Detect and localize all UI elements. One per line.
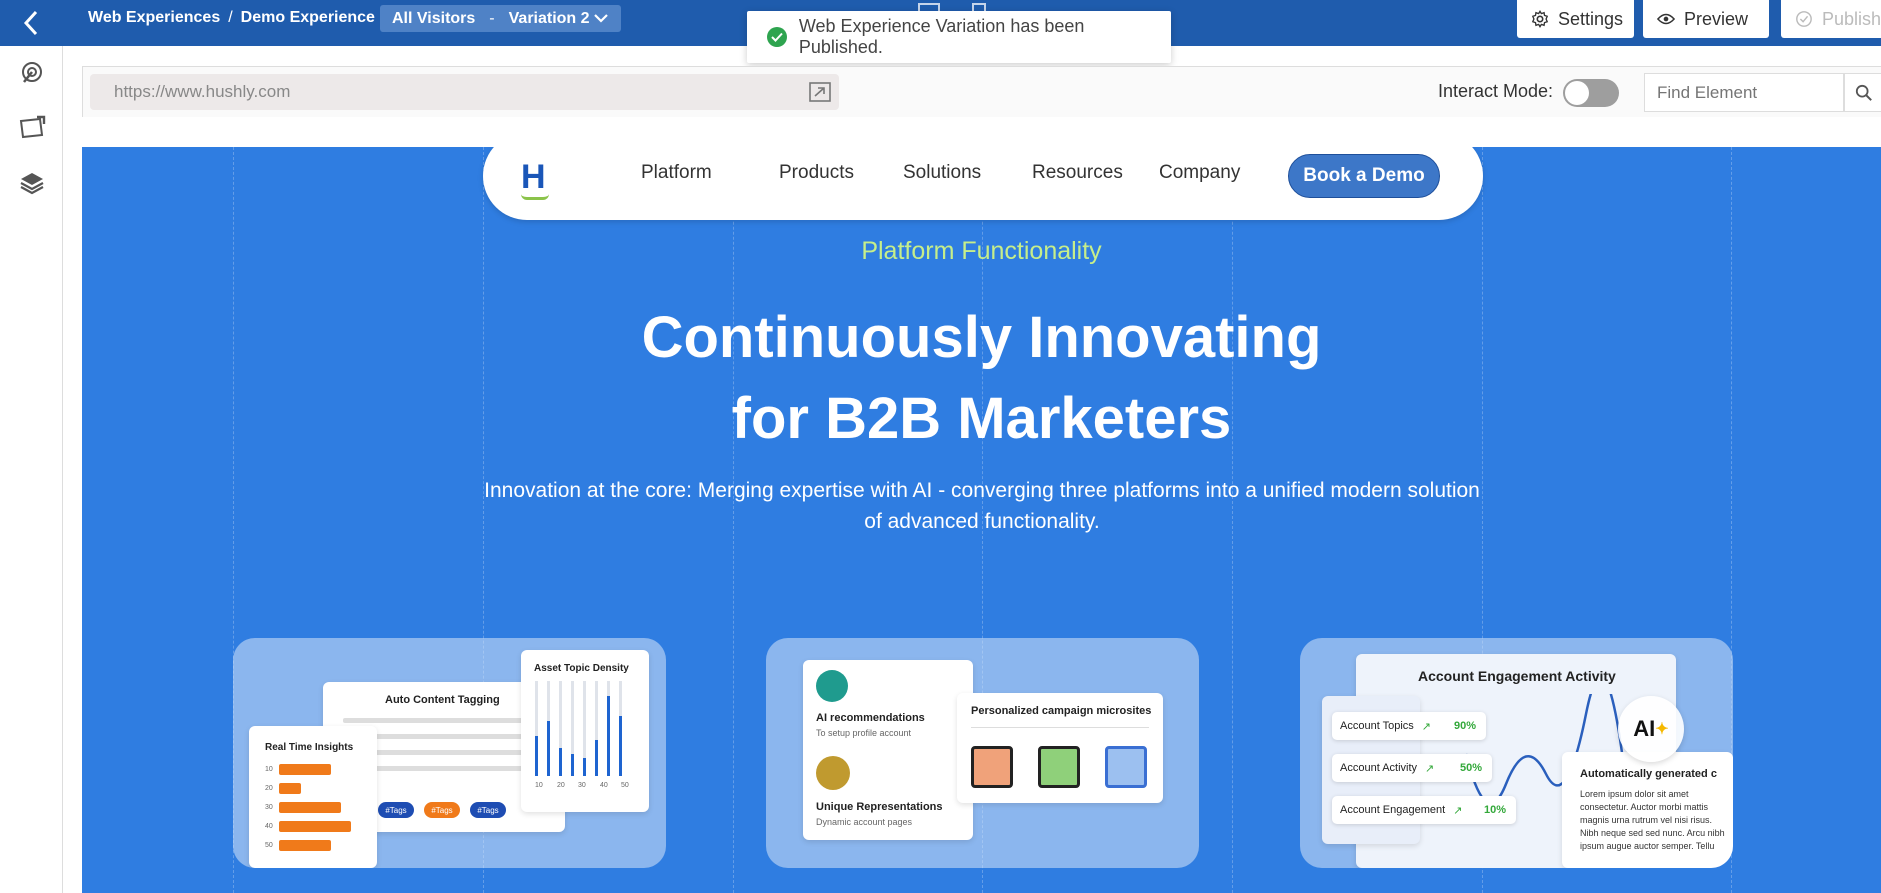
hushly-logo[interactable]: H bbox=[521, 158, 546, 197]
breadcrumb-demo-experience[interactable]: Demo Experience bbox=[241, 9, 375, 27]
trend-up-icon: ↗ bbox=[1453, 804, 1463, 817]
layers-icon bbox=[20, 173, 44, 195]
nav-resources[interactable]: Resources bbox=[1032, 162, 1123, 184]
microsites-title: Personalized campaign microsites bbox=[971, 705, 1152, 717]
toast-message: Web Experience Variation has been Publis… bbox=[798, 16, 1085, 57]
interact-mode-toggle[interactable] bbox=[1563, 79, 1619, 107]
open-url-icon[interactable] bbox=[809, 82, 831, 102]
density-column bbox=[559, 748, 562, 776]
cursor-target-icon bbox=[22, 62, 42, 83]
feature-card-engagement: Account Engagement Activity Account Topi… bbox=[1300, 638, 1733, 868]
unique-representations-title: Unique Representations bbox=[816, 801, 943, 813]
eye-icon bbox=[1657, 13, 1675, 25]
site-navbar: H Platform Products Solutions Resources … bbox=[483, 147, 1483, 220]
density-column bbox=[607, 696, 610, 776]
section-headline: Continuously Innovating for B2B Marketer… bbox=[82, 297, 1881, 459]
metric-account-topics: Account Topics ↗ 90% bbox=[1332, 712, 1486, 740]
density-column bbox=[619, 716, 622, 776]
tag-chip: #Tags bbox=[470, 802, 506, 818]
publish-label: Publish bbox=[1821, 8, 1881, 29]
chevron-left-icon bbox=[23, 10, 38, 36]
tag-chip: #Tags bbox=[424, 802, 460, 818]
find-element-input[interactable] bbox=[1644, 73, 1844, 112]
nav-platform[interactable]: Platform bbox=[641, 162, 712, 184]
auto-tagging-title: Auto Content Tagging bbox=[385, 694, 500, 706]
edit-tool[interactable] bbox=[17, 112, 47, 142]
microsite-thumb-icon bbox=[1105, 746, 1147, 788]
nav-solutions[interactable]: Solutions bbox=[903, 162, 981, 184]
audience-label: All Visitors bbox=[392, 9, 476, 27]
published-toast: Web Experience Variation has been Publis… bbox=[747, 11, 1171, 63]
feature-card-personalization: AI recommendations To setup profile acco… bbox=[766, 638, 1199, 868]
interact-mode-label: Interact Mode: bbox=[1438, 81, 1554, 101]
trend-up-icon: ↗ bbox=[1425, 762, 1435, 775]
website-preview: H Platform Products Solutions Resources … bbox=[82, 147, 1881, 893]
logo-swoosh-icon bbox=[521, 194, 549, 200]
search-icon bbox=[1855, 84, 1872, 101]
headline-line-1: Continuously Innovating bbox=[641, 305, 1322, 370]
realtime-insights-title: Real Time Insights bbox=[265, 742, 354, 753]
engagement-activity-title: Account Engagement Activity bbox=[1418, 668, 1616, 684]
metric-account-engagement: Account Engagement ↗ 10% bbox=[1332, 796, 1516, 824]
publish-button[interactable]: Publish bbox=[1781, 0, 1881, 38]
targeting-tool[interactable] bbox=[17, 58, 47, 88]
ai-recommendations-panel: AI recommendations To setup profile acco… bbox=[803, 660, 973, 840]
url-field[interactable]: https://www.hushly.com bbox=[90, 74, 839, 110]
check-circle-icon bbox=[1796, 11, 1812, 27]
breadcrumb-web-experiences[interactable]: Web Experiences bbox=[88, 9, 220, 27]
breadcrumb: Web Experiences / Demo Experience / bbox=[88, 9, 387, 27]
ai-badge: AI ✦ bbox=[1618, 696, 1684, 762]
url-text: https://www.hushly.com bbox=[114, 82, 291, 101]
book-demo-button[interactable]: Book a Demo bbox=[1288, 154, 1440, 198]
section-eyebrow: Platform Functionality bbox=[861, 237, 1102, 265]
variation-selector[interactable]: All Visitors - Variation 2 bbox=[380, 5, 621, 32]
asset-density-panel: Asset Topic Density 10 20 30 40 50 bbox=[521, 650, 649, 812]
ai-recommendations-title: AI recommendations bbox=[816, 712, 925, 724]
section-subcopy: Innovation at the core: Merging expertis… bbox=[484, 479, 1480, 533]
gear-icon bbox=[1531, 10, 1549, 28]
settings-label: Settings bbox=[1558, 8, 1624, 29]
bulb-icon bbox=[816, 670, 848, 702]
density-column bbox=[535, 736, 538, 776]
density-column bbox=[583, 758, 586, 776]
trend-up-icon: ↗ bbox=[1421, 720, 1432, 733]
auto-generated-panel: Automatically generated c Lorem ipsum do… bbox=[1562, 752, 1733, 868]
density-column bbox=[595, 740, 598, 776]
layers-tool[interactable] bbox=[17, 168, 47, 198]
density-column bbox=[547, 721, 550, 776]
headline-line-2: for B2B Marketers bbox=[731, 386, 1232, 451]
editor-toolbar: https://www.hushly.com Interact Mode: bbox=[82, 66, 1881, 117]
unique-representations-sub: Dynamic account pages bbox=[816, 817, 913, 827]
asset-density-title: Asset Topic Density bbox=[534, 663, 629, 674]
preview-label: Preview bbox=[1684, 8, 1749, 29]
ai-recommendations-sub: To setup profile account bbox=[816, 728, 912, 738]
left-sidebar bbox=[0, 46, 63, 893]
feature-card-insights: Auto Content Tagging #Tags #Tags #Tags A… bbox=[233, 638, 666, 868]
microsite-thumb-icon bbox=[1038, 746, 1080, 788]
success-check-icon bbox=[767, 27, 787, 47]
microsite-thumb-icon bbox=[971, 746, 1013, 788]
density-column bbox=[571, 754, 574, 776]
realtime-insights-panel: Real Time Insights 10 20 30 40 50 bbox=[249, 726, 377, 868]
preview-button[interactable]: Preview bbox=[1643, 0, 1769, 38]
auto-generated-body: Lorem ipsum dolor sit amet consectetur. … bbox=[1580, 789, 1725, 851]
sparkle-icon: ✦ bbox=[1655, 721, 1669, 738]
settings-button[interactable]: Settings bbox=[1517, 0, 1634, 38]
variation-label: Variation 2 bbox=[508, 9, 590, 27]
find-element-button[interactable] bbox=[1844, 73, 1881, 112]
edit-element-icon bbox=[19, 115, 46, 139]
nav-company[interactable]: Company bbox=[1159, 162, 1240, 184]
auto-generated-title: Automatically generated c bbox=[1580, 768, 1717, 780]
globe-icon bbox=[816, 756, 850, 790]
back-button[interactable] bbox=[0, 0, 62, 46]
tag-chip: #Tags bbox=[378, 802, 414, 818]
microsites-panel: Personalized campaign microsites bbox=[957, 693, 1163, 803]
nav-products[interactable]: Products bbox=[779, 162, 854, 184]
metric-account-activity: Account Activity ↗ 50% bbox=[1332, 754, 1492, 782]
chevron-down-icon bbox=[594, 14, 608, 23]
